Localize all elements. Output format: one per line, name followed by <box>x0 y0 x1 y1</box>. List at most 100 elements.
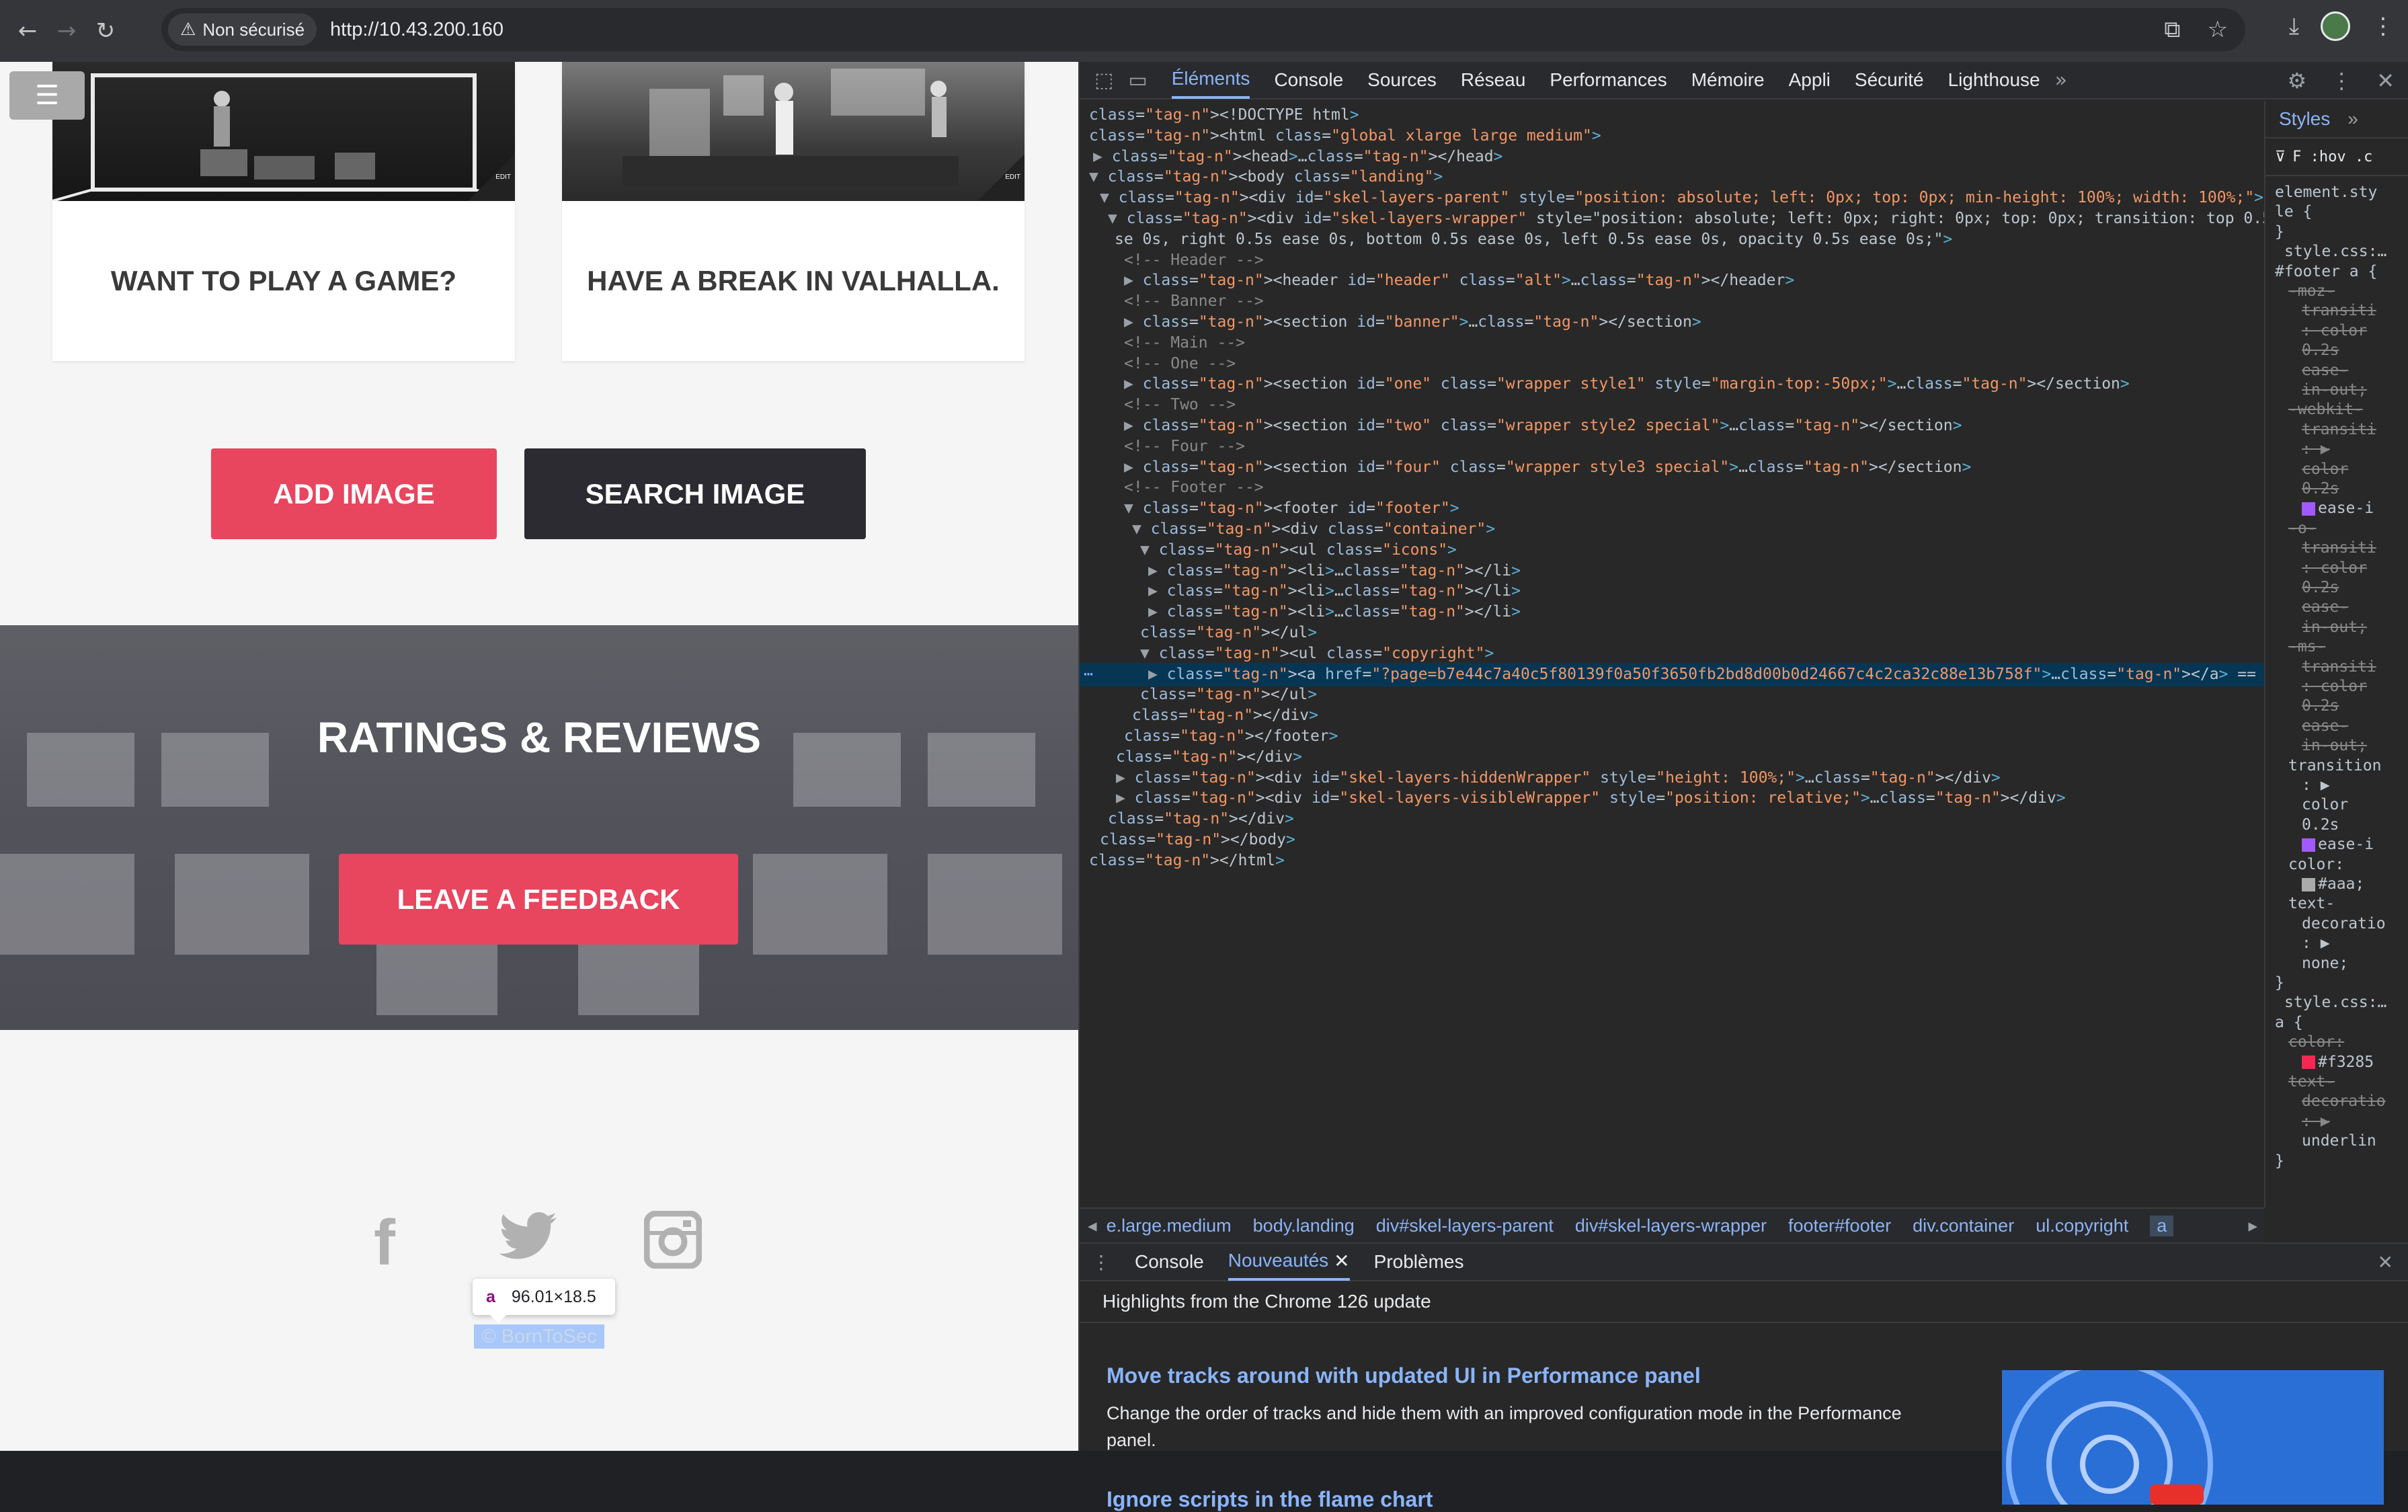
whats-new-title-link[interactable]: Ignore scripts in the flame chart <box>1107 1487 1433 1512</box>
dom-node-line[interactable]: ▼ class="tag-n"><footer id="footer"> <box>1080 497 2264 520</box>
dom-node-line[interactable]: <!-- Main --> <box>1080 331 2264 355</box>
card-play-game[interactable]: EDIT WANT TO PLAY A GAME? <box>52 62 515 361</box>
easing-swatch[interactable] <box>2302 838 2315 852</box>
dom-node-line[interactable]: class="tag-n"><html class="global xlarge… <box>1080 124 2264 148</box>
dom-node-line[interactable]: ▼ class="tag-n"><body class="landing"> <box>1080 165 2264 189</box>
facebook-icon[interactable]: f <box>374 1206 395 1280</box>
back-icon[interactable]: ← <box>8 11 47 50</box>
filter-input[interactable]: F :hov .c <box>2292 149 2372 165</box>
breadcrumb-item[interactable]: div#skel-layers-parent <box>1376 1216 1554 1236</box>
styles-filter[interactable]: ⊽ F :hov .c <box>2265 138 2408 176</box>
dom-node-line[interactable]: class="tag-n"></footer> <box>1080 725 2264 748</box>
dom-node-line[interactable]: ⋯ ▶ class="tag-n"><a href="?page=b7e44c7a… <box>1080 662 2264 686</box>
whats-new-video-thumbnail[interactable] <box>2002 1370 2384 1505</box>
breadcrumb-item[interactable]: e.large.medium <box>1107 1216 1232 1236</box>
forward-icon[interactable]: → <box>47 11 86 50</box>
expand-triangle-icon[interactable]: ▶ <box>1124 375 1143 393</box>
tab-lighthouse[interactable]: Lighthouse <box>1948 61 2040 99</box>
dom-node-line[interactable]: ▶ class="tag-n"><div id="skel-layers-hid… <box>1080 766 2264 790</box>
drawer-tab-console[interactable]: Console <box>1135 1243 1204 1281</box>
dom-node-line[interactable]: ▶ class="tag-n"><section id="one" class=… <box>1080 372 2264 396</box>
instagram-icon[interactable] <box>643 1210 703 1284</box>
address-bar[interactable]: ⚠ Non sécurisé http://10.43.200.160 ⧉ ☆ <box>161 8 2245 51</box>
dom-node-line[interactable]: <!-- Footer --> <box>1080 476 2264 500</box>
collapse-triangle-icon[interactable]: ▼ <box>1140 645 1159 662</box>
bookmark-star-icon[interactable]: ☆ <box>2208 16 2228 43</box>
dom-node-line[interactable]: ▶ class="tag-n"><li>…class="tag-n"></li> <box>1080 559 2264 583</box>
breadcrumb-item[interactable]: footer#footer <box>1788 1216 1891 1236</box>
collapse-triangle-icon[interactable]: ▼ <box>1124 500 1143 517</box>
dom-node-line[interactable]: ▶ class="tag-n"><head>…class="tag-n"></h… <box>1080 145 2264 169</box>
tab-r-seau[interactable]: Réseau <box>1461 61 1526 99</box>
card-valhalla[interactable]: EDIT HAVE A BREAK IN VALHALLA. <box>562 62 1025 361</box>
dom-node-line[interactable]: <!-- One --> <box>1080 352 2264 376</box>
security-chip[interactable]: ⚠ Non sécurisé <box>168 13 317 46</box>
dom-node-line[interactable]: <!-- Header --> <box>1080 249 2264 272</box>
tab-s-curit-[interactable]: Sécurité <box>1855 61 1924 99</box>
tab-appli[interactable]: Appli <box>1789 61 1831 99</box>
breadcrumb-item[interactable]: a <box>2150 1215 2174 1236</box>
dom-node-line[interactable]: ▼ class="tag-n"><div class="container"> <box>1080 518 2264 541</box>
dom-node-line[interactable]: ▶ class="tag-n"><header id="header" clas… <box>1080 269 2264 292</box>
tab-m-moire[interactable]: Mémoire <box>1691 61 1765 99</box>
close-icon[interactable]: ✕ <box>2376 68 2395 93</box>
expand-triangle-icon[interactable]: ▶ <box>1148 666 1167 683</box>
leave-feedback-button[interactable]: LEAVE A FEEDBACK <box>339 854 738 945</box>
dom-node-line[interactable]: <!-- Four --> <box>1080 435 2264 459</box>
tab-styles[interactable]: Styles <box>2279 108 2330 130</box>
copyright-link[interactable]: © BornToSec <box>474 1324 604 1349</box>
tab-performances[interactable]: Performances <box>1550 61 1667 99</box>
dom-node-line[interactable]: ▼ class="tag-n"><div id="skel-layers-wra… <box>1080 207 2264 231</box>
breadcrumb-right-icon[interactable]: ▸ <box>2248 1216 2257 1236</box>
dom-node-line[interactable]: class="tag-n"></div> <box>1080 704 2264 727</box>
dom-node-line[interactable]: ▶ class="tag-n"><section id="four" class… <box>1080 456 2264 479</box>
dom-node-line[interactable]: ▶ class="tag-n"><li>…class="tag-n"></li> <box>1080 580 2264 603</box>
settings-gear-icon[interactable]: ⚙ <box>2288 68 2307 93</box>
collapse-triangle-icon[interactable]: ▼ <box>1108 210 1127 227</box>
dom-node-line[interactable]: class="tag-n"></ul> <box>1080 621 2264 645</box>
dom-node-line[interactable]: <!-- Two --> <box>1080 393 2264 417</box>
reload-icon[interactable]: ↻ <box>86 11 125 50</box>
inspect-element-icon[interactable]: ⬚ <box>1094 69 1113 92</box>
expand-triangle-icon[interactable]: ▶ <box>1124 459 1143 476</box>
expand-triangle-icon[interactable]: ▶ <box>1124 272 1143 289</box>
profile-avatar[interactable] <box>2321 11 2350 41</box>
expand-triangle-icon[interactable]: ▶ <box>1148 562 1167 580</box>
close-tab-icon[interactable]: ✕ <box>1334 1250 1349 1272</box>
search-image-button[interactable]: SEARCH IMAGE <box>524 448 866 539</box>
expand-triangle-icon[interactable]: ▶ <box>1093 148 1112 165</box>
dom-node-line[interactable]: ▶ class="tag-n"><li>…class="tag-n"></li> <box>1080 600 2264 624</box>
collapse-triangle-icon[interactable]: ▼ <box>1100 189 1119 206</box>
chrome-menu-icon[interactable]: ⋮ <box>2372 13 2395 40</box>
dom-node-line[interactable]: ▶ class="tag-n"><section id="two" class=… <box>1080 414 2264 438</box>
expand-triangle-icon[interactable]: ▶ <box>1124 313 1143 331</box>
breadcrumb-item[interactable]: body.landing <box>1253 1216 1355 1236</box>
collapse-triangle-icon[interactable]: ▼ <box>1140 541 1159 559</box>
tab-console[interactable]: Console <box>1274 61 1343 99</box>
dom-node-line[interactable]: class="tag-n"></div> <box>1080 807 2264 831</box>
translate-icon[interactable]: ⧉ <box>2164 16 2180 43</box>
twitter-icon[interactable] <box>497 1206 558 1280</box>
device-toolbar-icon[interactable]: ▭ <box>1128 69 1147 92</box>
drawer-tab-probl-mes[interactable]: Problèmes <box>1374 1243 1464 1281</box>
more-tabs-icon[interactable]: » <box>2055 69 2067 92</box>
expand-triangle-icon[interactable]: ▶ <box>1148 582 1167 600</box>
color-swatch[interactable] <box>2302 1056 2315 1070</box>
more-panes-icon[interactable]: » <box>2347 108 2358 130</box>
collapse-triangle-icon[interactable]: ▼ <box>1089 168 1108 186</box>
dom-node-line[interactable]: <!-- Banner --> <box>1080 290 2264 313</box>
dom-node-line[interactable]: ▶ class="tag-n"><section id="banner">…cl… <box>1080 311 2264 334</box>
tab-sources[interactable]: Sources <box>1367 61 1437 99</box>
devtools-menu-icon[interactable]: ⋮ <box>2331 68 2352 93</box>
add-image-button[interactable]: ADD IMAGE <box>211 448 497 539</box>
elements-tree[interactable]: class="tag-n"><!DOCTYPE html> class="tag-… <box>1080 101 2264 1207</box>
dom-node-line[interactable]: ▼ class="tag-n"><ul class="copyright"> <box>1080 642 2264 666</box>
dom-node-line[interactable]: ▶ class="tag-n"><div id="skel-layers-vis… <box>1080 787 2264 810</box>
drawer-tab-nouveaut-s[interactable]: Nouveautés ✕ <box>1228 1243 1350 1281</box>
easing-swatch[interactable] <box>2302 502 2315 516</box>
dom-node-line[interactable]: class="tag-n"></ul> <box>1080 683 2264 707</box>
breadcrumb-item[interactable]: ul.copyright <box>2036 1216 2128 1236</box>
dom-node-line[interactable]: se 0s, right 0.5s ease 0s, bottom 0.5s e… <box>1080 228 2264 251</box>
drawer-menu-icon[interactable]: ⋮ <box>1092 1251 1111 1273</box>
dom-node-line[interactable]: class="tag-n"></html> <box>1080 849 2264 873</box>
